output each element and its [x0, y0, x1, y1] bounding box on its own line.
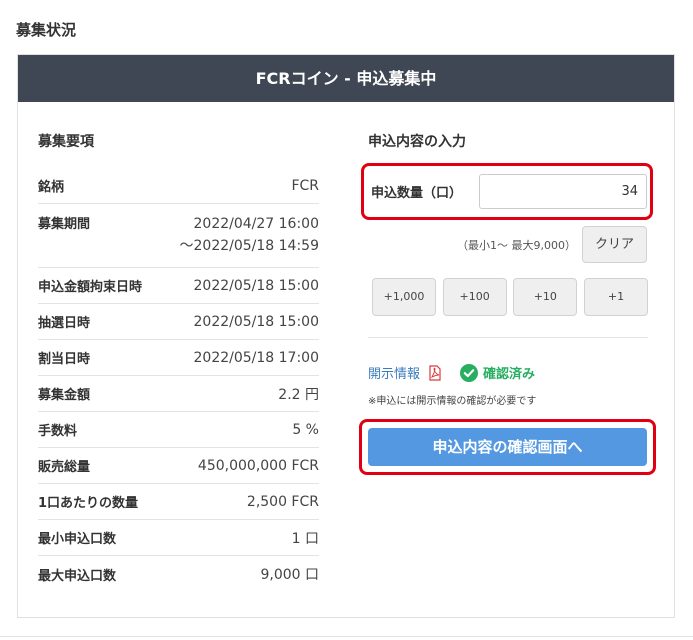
detail-value: 2022/04/27 16:00 〜2022/05/18 14:59: [180, 213, 320, 257]
period-end: 〜2022/05/18 14:59: [179, 238, 320, 254]
page-title: 募集状況: [16, 21, 77, 39]
detail-label: 抽選日時: [38, 316, 91, 331]
quantity-step-buttons: +1,000 +100 +10 +1: [372, 278, 648, 316]
application-form: 申込内容の入力 申込数量（口） （最小1〜 最大9,000） クリア +1,00…: [359, 132, 656, 475]
offering-card: FCRコイン - 申込募集中 募集要項 銘柄 FCR 募集期間 2022/04/…: [17, 54, 675, 618]
detail-row-unit-amount: 1口あたりの数量 2,500 FCR: [38, 484, 319, 520]
card-header: FCRコイン - 申込募集中: [18, 55, 674, 102]
detail-value: FCR: [291, 177, 319, 194]
detail-label: 募集期間: [38, 217, 91, 232]
detail-value: 2.2 円: [278, 386, 319, 403]
quantity-label: 申込数量（口）: [371, 186, 463, 201]
detail-row-allocation-date: 割当日時 2022/05/18 17:00: [38, 340, 319, 376]
quantity-highlight: 申込数量（口）: [361, 163, 653, 220]
detail-row-min-units: 最小申込口数 1 口: [38, 520, 319, 556]
detail-row-fee: 手数料 5 %: [38, 412, 319, 448]
detail-row-period: 募集期間 2022/04/27 16:00 〜2022/05/18 14:59: [38, 204, 319, 268]
detail-row-lottery-date: 抽選日時 2022/05/18 15:00: [38, 304, 319, 340]
detail-label: 割当日時: [38, 352, 91, 367]
step-button-10[interactable]: +10: [513, 278, 578, 316]
detail-row-symbol: 銘柄 FCR: [38, 168, 319, 204]
detail-label: 募集金額: [38, 388, 91, 403]
offering-details-title: 募集要項: [38, 134, 94, 150]
detail-label: 最小申込口数: [38, 532, 117, 547]
period-start: 2022/04/27 16:00: [193, 216, 320, 232]
step-button-1[interactable]: +1: [583, 278, 648, 316]
detail-label: 申込金額拘束日時: [38, 280, 143, 295]
detail-value: 5 %: [292, 421, 319, 438]
detail-value: 2022/05/18 15:00: [193, 313, 320, 330]
disclosure-row: 開示情報 確認済み: [368, 363, 535, 382]
disclosure-note: ※申込には開示情報の確認が必要です: [368, 396, 537, 407]
quantity-input[interactable]: [479, 174, 647, 209]
detail-value: 2022/05/18 17:00: [193, 349, 320, 366]
submit-highlight: 申込内容の確認画面へ: [359, 419, 656, 475]
clear-button[interactable]: クリア: [582, 226, 647, 263]
detail-value: 2,500 FCR: [246, 493, 319, 510]
detail-value: 9,000 口: [260, 567, 319, 583]
detail-row-price: 募集金額 2.2 円: [38, 376, 319, 412]
confirm-application-button[interactable]: 申込内容の確認画面へ: [368, 428, 647, 466]
disclosure-link[interactable]: 開示情報: [368, 363, 420, 382]
bottom-divider: [0, 636, 693, 637]
detail-value: 2022/05/18 15:00: [193, 277, 320, 294]
quantity-range-hint: （最小1〜 最大9,000）: [457, 239, 576, 252]
application-form-title: 申込内容の入力: [368, 134, 466, 150]
detail-value: 1 口: [291, 530, 319, 547]
divider: [368, 337, 648, 338]
detail-label: 銘柄: [38, 180, 65, 195]
detail-label: 販売総量: [38, 460, 91, 475]
check-circle-icon: [460, 363, 479, 382]
detail-label: 1口あたりの数量: [38, 496, 139, 511]
detail-row-total-supply: 販売総量 450,000,000 FCR: [38, 448, 319, 484]
detail-row-max-units: 最大申込口数 9,000 口: [38, 556, 319, 592]
step-button-1000[interactable]: +1,000: [372, 278, 436, 316]
detail-label: 最大申込口数: [38, 568, 117, 584]
offering-details: 募集要項 銘柄 FCR 募集期間 2022/04/27 16:00 〜2022/…: [38, 132, 319, 592]
confirmed-label: 確認済み: [483, 367, 536, 382]
detail-value: 450,000,000 FCR: [197, 457, 319, 474]
detail-row-lock-date: 申込金額拘束日時 2022/05/18 15:00: [38, 268, 319, 304]
pdf-icon[interactable]: [428, 364, 442, 381]
step-button-100[interactable]: +100: [442, 278, 507, 316]
detail-label: 手数料: [38, 424, 78, 439]
